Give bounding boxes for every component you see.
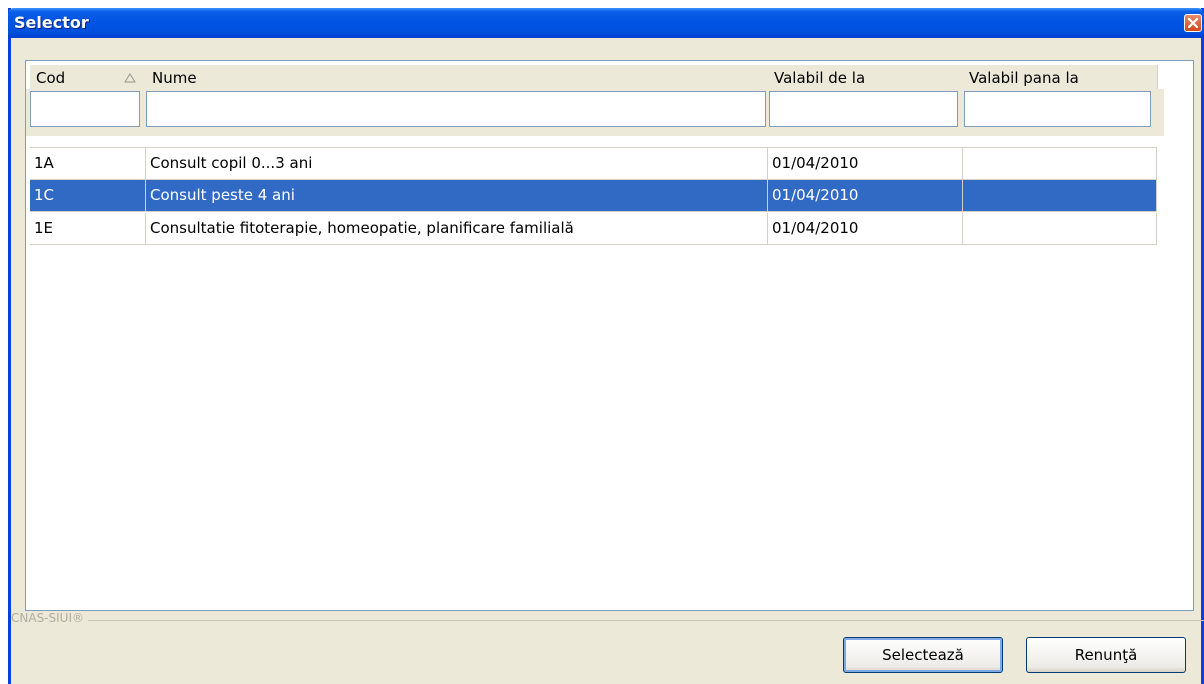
column-header-valabil-de-la[interactable]: Valabil de la xyxy=(768,65,964,89)
cell-valabil-pana-la xyxy=(963,180,1157,212)
cell-cod: 1C xyxy=(30,180,146,212)
data-grid[interactable]: Cod Nume Valabil de la Valabil pana la 1… xyxy=(25,60,1194,611)
cell-valabil-pana-la xyxy=(963,148,1157,180)
column-header-cod[interactable]: Cod xyxy=(30,65,147,89)
filter-valabil-pana-la-input[interactable] xyxy=(964,91,1151,127)
column-header-valabil-pana-la[interactable]: Valabil pana la xyxy=(963,65,1158,89)
sort-ascending-icon xyxy=(124,73,136,83)
cell-cod: 1E xyxy=(30,213,146,245)
cell-nume: Consult peste 4 ani xyxy=(146,180,768,212)
selector-window: Selector Cod Nume Valabil de la Valabil … xyxy=(8,8,1204,684)
table-row[interactable]: 1A Consult copil 0...3 ani 01/04/2010 xyxy=(30,147,1157,180)
table-row[interactable]: 1E Consultatie fitoterapie, homeopatie, … xyxy=(30,213,1157,245)
group-box-label: CNAS-SIUI® xyxy=(11,611,88,625)
close-icon xyxy=(1187,17,1199,29)
cell-nume: Consult copil 0...3 ani xyxy=(146,148,768,180)
filter-row xyxy=(26,89,1164,136)
column-header-label: Nume xyxy=(152,69,197,87)
filter-valabil-de-la-input[interactable] xyxy=(769,91,958,127)
filter-cod-input[interactable] xyxy=(30,91,140,127)
column-header-nume[interactable]: Nume xyxy=(146,65,769,89)
filter-nume-input[interactable] xyxy=(146,91,766,127)
cell-valabil-de-la: 01/04/2010 xyxy=(768,213,963,245)
select-button[interactable]: Selectează xyxy=(843,637,1003,673)
group-divider xyxy=(11,620,1204,621)
column-header-label: Valabil de la xyxy=(774,69,866,87)
column-header-label: Cod xyxy=(36,69,66,87)
cell-cod: 1A xyxy=(30,148,146,180)
cell-valabil-pana-la xyxy=(963,213,1157,245)
cell-nume: Consultatie fitoterapie, homeopatie, pla… xyxy=(146,213,768,245)
cell-valabil-de-la: 01/04/2010 xyxy=(768,148,963,180)
close-button[interactable] xyxy=(1184,14,1202,32)
window-title: Selector xyxy=(14,13,89,32)
table-row-selected[interactable]: 1C Consult peste 4 ani 01/04/2010 xyxy=(30,180,1157,212)
cancel-button[interactable]: Renunţă xyxy=(1026,637,1186,673)
title-bar[interactable]: Selector xyxy=(8,8,1204,38)
column-header-label: Valabil pana la xyxy=(969,69,1079,87)
cell-valabil-de-la: 01/04/2010 xyxy=(768,180,963,212)
